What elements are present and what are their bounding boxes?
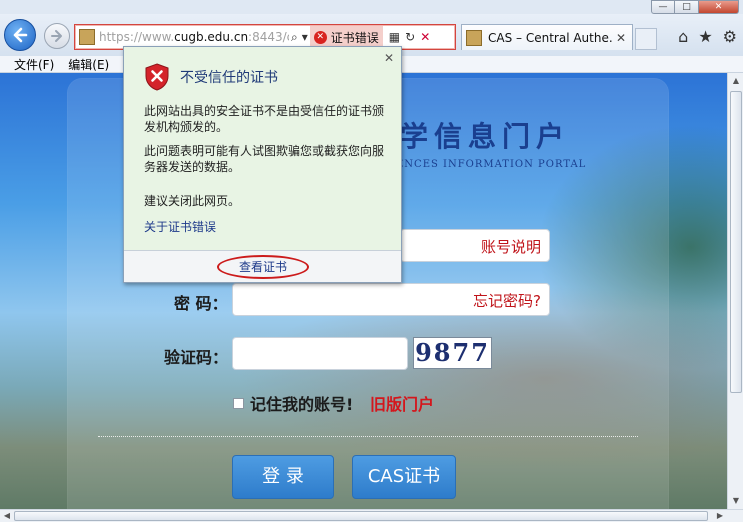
portal-title: 学信息门户	[400, 120, 571, 153]
password-label: 密 码：	[174, 294, 228, 313]
cas-certificate-button[interactable]: CAS证书	[352, 455, 456, 499]
certificate-error-button[interactable]: ✕ 证书错误	[309, 26, 383, 48]
arrow-left-icon	[13, 27, 28, 43]
tab-close-icon[interactable]: ✕	[616, 31, 626, 45]
favorites-star-icon[interactable]: ★	[698, 28, 712, 46]
menu-file[interactable]: 文件(F)	[14, 56, 54, 73]
vertical-scrollbar[interactable]: ▲ ▼	[727, 73, 743, 509]
address-url[interactable]: https://www.cugb.edu.cn:8443/ca	[99, 30, 289, 44]
account-help-link[interactable]: 账号说明	[481, 236, 541, 257]
back-button[interactable]	[4, 19, 36, 51]
captcha-image[interactable]: 9877	[413, 337, 492, 369]
search-icon[interactable]: ⌕	[291, 30, 298, 45]
view-certificate-link[interactable]: 查看证书	[217, 255, 309, 279]
popup-paragraph-3: 建议关闭此网页。	[144, 194, 241, 208]
scroll-left-icon[interactable]: ◀	[0, 510, 14, 522]
scroll-up-icon[interactable]: ▲	[728, 73, 743, 89]
popup-paragraph-1: 此网站出具的安全证书不是由受信任的证书颁发机构颁发的。	[144, 104, 385, 134]
certificate-error-popup: ✕ 不受信任的证书 此网站出具的安全证书不是由受信任的证书颁发机构颁发的。 此问…	[123, 46, 402, 283]
remember-checkbox[interactable]	[233, 397, 244, 409]
horizontal-scrollbar[interactable]: ◀ ▶	[0, 509, 743, 522]
dropdown-chevron-icon[interactable]: ▾	[302, 30, 308, 44]
login-button[interactable]: 登 录	[232, 455, 334, 499]
tab-favicon-icon	[466, 29, 482, 46]
captcha-field[interactable]	[232, 337, 408, 370]
popup-paragraph-2: 此问题表明可能有人试图欺骗您或截获您向服务器发送的数据。	[144, 144, 385, 174]
forgot-password-link[interactable]: 忘记密码?	[473, 290, 541, 311]
remember-account[interactable]: 记住我的账号!	[233, 391, 353, 415]
popup-close-icon[interactable]: ✕	[384, 51, 394, 65]
close-window-button[interactable]: ✕	[699, 0, 739, 14]
browser-window: — □ ✕ https://www.cugb.edu.cn:8443/ca ⌕ …	[0, 0, 743, 522]
about-certificate-errors-link[interactable]: 关于证书错误	[144, 218, 216, 235]
username-field[interactable]: 账号说明	[400, 229, 550, 262]
old-portal-link[interactable]: 旧版门户	[370, 391, 434, 415]
captcha-label: 验证码：	[164, 348, 229, 367]
arrow-right-icon	[51, 30, 62, 42]
forward-button[interactable]	[44, 23, 70, 49]
window-controls: — □ ✕	[651, 0, 739, 14]
refresh-icon[interactable]: ↻	[405, 30, 415, 44]
password-field[interactable]: 忘记密码?	[232, 283, 550, 316]
horizontal-scroll-thumb[interactable]	[14, 511, 708, 521]
divider	[98, 436, 638, 437]
new-tab-button[interactable]	[635, 28, 657, 50]
stop-icon[interactable]: ✕	[420, 30, 430, 44]
site-favicon-icon	[79, 29, 95, 45]
scroll-right-icon[interactable]: ▶	[713, 510, 727, 522]
compatibility-view-icon[interactable]: ▦	[389, 30, 400, 44]
error-x-icon: ✕	[313, 30, 327, 44]
portal-subtitle: ENCES INFORMATION PORTAL	[396, 159, 587, 170]
scroll-down-icon[interactable]: ▼	[728, 493, 743, 509]
home-icon[interactable]: ⌂	[678, 28, 688, 46]
popup-title: 不受信任的证书	[180, 70, 278, 86]
menu-edit[interactable]: 编辑(E)	[68, 56, 109, 73]
gear-icon[interactable]: ⚙	[723, 28, 737, 46]
tab-cas[interactable]: CAS – Central Authe... ✕	[461, 24, 633, 50]
popup-footer: 查看证书	[124, 250, 401, 282]
shield-error-icon	[145, 63, 169, 91]
vertical-scroll-thumb[interactable]	[730, 91, 742, 393]
minimize-button[interactable]: —	[651, 0, 675, 14]
maximize-button[interactable]: □	[675, 0, 699, 14]
